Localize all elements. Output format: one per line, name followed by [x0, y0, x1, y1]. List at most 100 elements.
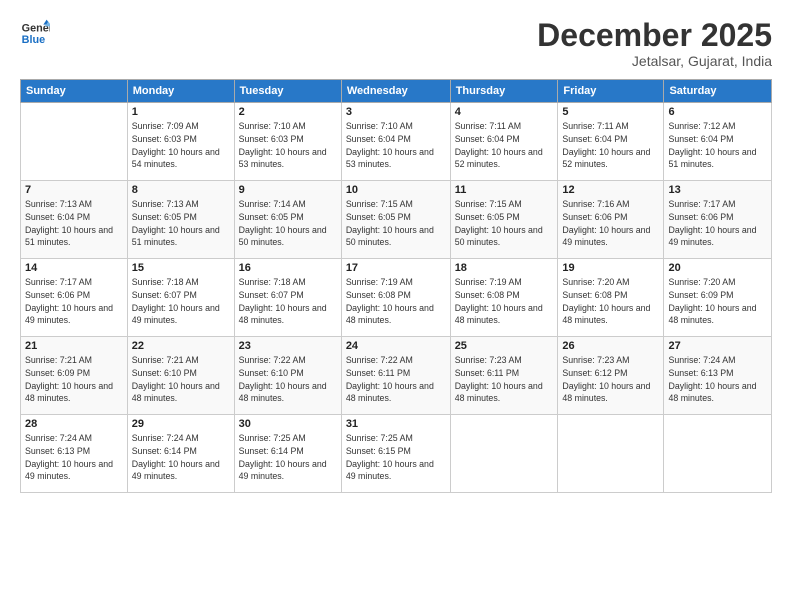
- day-cell: 15Sunrise: 7:18 AMSunset: 6:07 PMDayligh…: [127, 259, 234, 337]
- day-info: Sunrise: 7:19 AM Sunset: 6:08 PM Daylight:…: [455, 276, 554, 327]
- day-cell: 18 Sunrise: 7:19 AM Sunset: 6:08 PM Dayligh…: [450, 259, 558, 337]
- day-cell: 7Sunrise: 7:13 AMSunset: 6:04 PMDaylight…: [21, 181, 128, 259]
- day-cell: 13 Sunrise: 7:17 AMSunset: 6:06 PMDayligh…: [664, 181, 772, 259]
- day-number: 13: [668, 184, 767, 196]
- day-cell: 10Sunrise: 7:15 AMSunset: 6:05 PMDayligh…: [341, 181, 450, 259]
- day-number: 2: [239, 106, 337, 118]
- day-info: Sunrise: 7:10 AMSunset: 6:03 PMDaylight:…: [239, 120, 337, 171]
- sunrise-text: Sunrise: 7:11 AM: [562, 121, 628, 131]
- sunrise-text: Sunrise: 7:17 AM: [25, 277, 92, 287]
- day-info: Sunrise: 7:18 AMSunset: 6:07 PMDaylight:…: [239, 276, 337, 327]
- sunset-text: Sunset: 6:14 PM: [132, 446, 197, 456]
- daylight-text: Daylight: 10 hours and 53 minutes.: [346, 147, 434, 170]
- location: Jetalsar, Gujarat, India: [537, 53, 772, 69]
- sunset-text: Sunset: 6:05 PM: [455, 212, 520, 222]
- sunrise-text: Sunrise: 7:20 AM: [668, 277, 735, 287]
- day-cell: 19 Sunrise: 7:20 AMSunset: 6:08 PMDayligh…: [558, 259, 664, 337]
- sunset-text: Sunset: 6:13 PM: [668, 368, 733, 378]
- day-number: 12: [562, 184, 659, 196]
- title-block: December 2025 Jetalsar, Gujarat, India: [537, 18, 772, 69]
- daylight-text: Daylight: 10 hours and 48 minutes.: [455, 303, 543, 326]
- daylight-text: Daylight: 10 hours and 51 minutes.: [25, 225, 113, 248]
- col-header-saturday: Saturday: [664, 80, 772, 103]
- day-number: 10: [346, 184, 446, 196]
- day-number: 18: [455, 262, 554, 274]
- daylight-text: Daylight: 10 hours and 48 minutes.: [562, 381, 650, 404]
- day-number: 17: [346, 262, 446, 274]
- sunrise-text: Sunrise: 7:18 AM: [239, 277, 306, 287]
- day-cell: 22 Sunrise: 7:21 AMSunset: 6:10 PMDayligh…: [127, 337, 234, 415]
- day-info: Sunrise: 7:24 AMSunset: 6:13 PMDaylight:…: [668, 354, 767, 405]
- day-number: 14: [25, 262, 123, 274]
- sunrise-text: Sunrise: 7:09 AM: [132, 121, 199, 131]
- day-info: Sunrise: 7:17 AMSunset: 6:06 PMDaylight:…: [668, 198, 767, 249]
- daylight-text: Daylight: 10 hours and 49 minutes.: [132, 459, 220, 482]
- daylight-text: Daylight: 10 hours and 48 minutes.: [668, 381, 756, 404]
- col-header-thursday: Thursday: [450, 80, 558, 103]
- day-cell: 17Sunrise: 7:19 AMSunset: 6:08 PMDayligh…: [341, 259, 450, 337]
- daylight-text: Daylight: 10 hours and 49 minutes.: [25, 303, 113, 326]
- day-number: 28: [25, 418, 123, 430]
- sunrise-text: Sunrise: 7:22 AM: [346, 355, 413, 365]
- daylight-text: Daylight: 10 hours and 51 minutes.: [132, 225, 220, 248]
- sunrise-text: Sunrise: 7:23 AM: [562, 355, 629, 365]
- day-info: Sunrise: 7:24 AMSunset: 6:13 PMDaylight:…: [25, 432, 123, 483]
- day-cell: [450, 415, 558, 493]
- daylight-text: Daylight: 10 hours and 50 minutes.: [239, 225, 327, 248]
- daylight-text: Daylight: 10 hours and 48 minutes.: [239, 381, 327, 404]
- week-row-3: 14 Sunrise: 7:17 AM Sunset: 6:06 PM Dayligh…: [21, 259, 772, 337]
- day-cell: [664, 415, 772, 493]
- sunset-text: Sunset: 6:07 PM: [132, 290, 197, 300]
- sunset-text: Sunset: 6:11 PM: [455, 368, 519, 378]
- daylight-text: Daylight: 10 hours and 54 minutes.: [132, 147, 220, 170]
- calendar-table: SundayMondayTuesdayWednesdayThursdayFrid…: [20, 79, 772, 493]
- daylight-text: Daylight: 10 hours and 49 minutes.: [25, 459, 113, 482]
- day-info: Sunrise: 7:23 AMSunset: 6:11 PMDaylight:…: [455, 354, 554, 405]
- daylight-text: Daylight: 10 hours and 52 minutes.: [455, 147, 543, 170]
- col-header-sunday: Sunday: [21, 80, 128, 103]
- day-number: 22: [132, 340, 230, 352]
- sunrise-text: Sunrise: 7:19 AM: [455, 277, 522, 287]
- day-info: Sunrise: 7:11 AMSunset: 6:04 PMDaylight:…: [455, 120, 554, 171]
- day-cell: 20 Sunrise: 7:20 AMSunset: 6:09 PMDayligh…: [664, 259, 772, 337]
- day-cell: 27Sunrise: 7:24 AMSunset: 6:13 PMDayligh…: [664, 337, 772, 415]
- sunset-text: Sunset: 6:12 PM: [562, 368, 627, 378]
- day-cell: 5Sunrise: 7:11 AMSunset: 6:04 PMDaylight…: [558, 103, 664, 181]
- day-number: 26: [562, 340, 659, 352]
- day-number: 7: [25, 184, 123, 196]
- col-header-tuesday: Tuesday: [234, 80, 341, 103]
- col-header-friday: Friday: [558, 80, 664, 103]
- sunrise-text: Sunrise: 7:25 AM: [239, 433, 306, 443]
- sunset-text: Sunset: 6:13 PM: [25, 446, 90, 456]
- day-number: 19: [562, 262, 659, 274]
- day-cell: [558, 415, 664, 493]
- daylight-text: Daylight: 10 hours and 48 minutes.: [239, 303, 327, 326]
- day-info: Sunrise: 7:21 AMSunset: 6:10 PMDaylight:…: [132, 354, 230, 405]
- sunset-text: Sunset: 6:05 PM: [346, 212, 411, 222]
- day-cell: 29Sunrise: 7:24 AMSunset: 6:14 PMDayligh…: [127, 415, 234, 493]
- day-cell: 12Sunrise: 7:16 AMSunset: 6:06 PMDayligh…: [558, 181, 664, 259]
- daylight-text: Daylight: 10 hours and 49 minutes.: [562, 225, 650, 248]
- day-info: Sunrise: 7:20 AMSunset: 6:08 PMDaylight:…: [562, 276, 659, 327]
- day-info: Sunrise: 7:25 AMSunset: 6:14 PMDaylight:…: [239, 432, 337, 483]
- day-info: Sunrise: 7:13 AMSunset: 6:05 PMDaylight:…: [132, 198, 230, 249]
- daylight-text: Daylight: 10 hours and 49 minutes.: [132, 303, 220, 326]
- sunrise-text: Sunrise: 7:17 AM: [668, 199, 735, 209]
- sunset-text: Sunset: 6:08 PM: [455, 290, 520, 300]
- sunrise-text: Sunrise: 7:21 AM: [25, 355, 92, 365]
- day-info: Sunrise: 7:22 AMSunset: 6:10 PMDaylight:…: [239, 354, 337, 405]
- sunrise-text: Sunrise: 7:25 AM: [346, 433, 413, 443]
- day-number: 6: [668, 106, 767, 118]
- week-row-5: 28 Sunrise: 7:24 AMSunset: 6:13 PMDayligh…: [21, 415, 772, 493]
- day-cell: 31Sunrise: 7:25 AMSunset: 6:15 PMDayligh…: [341, 415, 450, 493]
- day-info: Sunrise: 7:20 AMSunset: 6:09 PMDaylight:…: [668, 276, 767, 327]
- week-row-2: 7Sunrise: 7:13 AMSunset: 6:04 PMDaylight…: [21, 181, 772, 259]
- daylight-text: Daylight: 10 hours and 51 minutes.: [668, 147, 756, 170]
- sunset-text: Sunset: 6:06 PM: [25, 290, 90, 300]
- sunrise-text: Sunrise: 7:13 AM: [132, 199, 199, 209]
- day-number: 20: [668, 262, 767, 274]
- day-number: 23: [239, 340, 337, 352]
- day-number: 25: [455, 340, 554, 352]
- sunrise-text: Sunrise: 7:10 AM: [239, 121, 306, 131]
- day-number: 31: [346, 418, 446, 430]
